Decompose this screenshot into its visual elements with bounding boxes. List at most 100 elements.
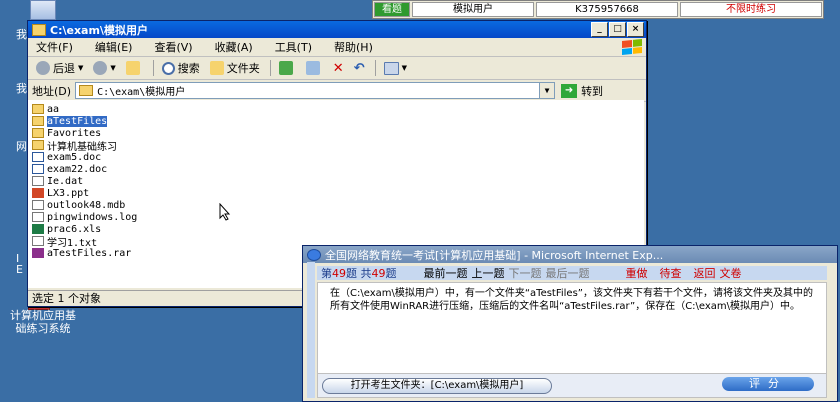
question-text: 在（C:\exam\模拟用户）中，有一个文件夹“aTestFiles”，该文件夹… <box>330 288 813 312</box>
up-button[interactable] <box>122 59 147 77</box>
folders-button[interactable]: 文件夹 <box>206 59 264 77</box>
pending-button[interactable]: 待查 <box>660 265 682 281</box>
score-button[interactable]: 评分 <box>722 377 814 391</box>
minimize-button[interactable]: _ <box>591 22 608 37</box>
explorer-titlebar[interactable]: C:\exam\模拟用户 _ □ × <box>28 21 646 38</box>
folder-icon <box>32 116 44 126</box>
folder-icon <box>209 61 224 75</box>
word-document-icon <box>32 152 44 162</box>
copy-to-button[interactable] <box>302 59 327 77</box>
list-item[interactable]: outlook48.mdb <box>32 199 125 211</box>
exam-window: 全国网络教育统一考试[计算机应用基础] - Microsoft Internet… <box>302 245 838 402</box>
go-arrow-icon: ➜ <box>561 83 578 98</box>
next-question-link[interactable]: 下一题 <box>509 265 542 281</box>
unlimited-practice-label: 不限时练习 <box>680 2 822 17</box>
exam-titlebar[interactable]: 全国网络教育统一考试[计算机应用基础] - Microsoft Internet… <box>303 246 837 263</box>
first-question-link[interactable]: 最前一题 <box>424 265 468 281</box>
folder-icon <box>32 104 44 114</box>
database-icon <box>32 200 44 210</box>
back-button[interactable]: 后退 ▼ <box>32 59 87 77</box>
list-item[interactable]: exam22.doc <box>32 163 107 175</box>
redo-button[interactable]: 重做 <box>626 265 648 281</box>
list-item[interactable]: exam5.doc <box>32 151 101 163</box>
open-student-folder-button[interactable]: 打开考生文件夹：[C:\exam\模拟用户] <box>322 378 552 394</box>
toolbar: 后退 ▼ ▼ 搜索 文件夹 ✕ ↶ ▼ <box>28 57 646 80</box>
go-button[interactable]: ➜ 转到 <box>561 83 603 99</box>
word-document-icon <box>32 164 44 174</box>
delete-icon: ✕ <box>332 60 344 76</box>
view-question-button[interactable]: 看题 <box>374 2 410 17</box>
undo-icon: ↶ <box>353 60 365 76</box>
maximize-button[interactable]: □ <box>609 22 626 37</box>
folder-icon <box>79 85 94 96</box>
menu-tools[interactable]: 工具(T) <box>275 39 312 55</box>
folder-icon <box>32 23 46 36</box>
last-question-link[interactable]: 最后一题 <box>546 265 590 281</box>
list-item[interactable]: pingwindows.log <box>32 211 137 223</box>
ie-icon <box>307 248 321 261</box>
rar-archive-icon <box>32 248 44 258</box>
undo-button[interactable]: ↶ <box>350 59 369 77</box>
forward-button[interactable]: ▼ <box>89 59 119 77</box>
views-button[interactable]: ▼ <box>380 59 411 77</box>
address-dropdown-button[interactable]: ▼ <box>539 83 555 98</box>
exam-id-label: K375957668 <box>536 2 678 17</box>
file-icon <box>32 176 44 186</box>
list-item[interactable]: aTestFiles <box>32 115 108 127</box>
address-bar: 地址(D) C:\exam\模拟用户 ▼ ➜ 转到 <box>28 80 646 102</box>
question-counter: 第49题 共49题 <box>321 267 397 280</box>
toolbar-separator <box>152 60 154 76</box>
address-label: 地址(D) <box>32 84 72 98</box>
desktop-label-fragment: 我 <box>16 82 27 95</box>
exam-system-label[interactable]: 计算机应用基 础练习系统 <box>2 309 84 335</box>
menu-bar: 文件(F) 编辑(E) 查看(V) 收藏(A) 工具(T) 帮助(H) <box>28 38 646 57</box>
list-item[interactable]: aa <box>32 103 59 115</box>
list-item[interactable]: Ie.dat <box>32 175 83 187</box>
computer-desktop-icon[interactable] <box>30 0 56 20</box>
excel-icon <box>32 224 44 234</box>
list-item[interactable]: aTestFiles.rar <box>32 247 131 259</box>
menu-help[interactable]: 帮助(H) <box>334 39 373 55</box>
chevron-down-icon: ▼ <box>401 64 407 72</box>
question-text-area: 在（C:\exam\模拟用户）中，有一个文件夹“aTestFiles”，该文件夹… <box>317 282 827 374</box>
menu-view[interactable]: 查看(V) <box>154 39 192 55</box>
text-file-icon <box>32 212 44 222</box>
address-input[interactable]: C:\exam\模拟用户 ▼ <box>75 82 556 99</box>
copy-to-icon <box>305 61 320 75</box>
prev-question-link[interactable]: 上一题 <box>472 265 505 281</box>
user-mode-label: 模拟用户 <box>412 2 534 17</box>
powerpoint-icon <box>32 188 44 198</box>
back-button[interactable]: 返回 <box>694 265 716 281</box>
menu-favorites[interactable]: 收藏(A) <box>215 39 253 55</box>
exam-footer: 打开考生文件夹：[C:\exam\模拟用户] 评分 <box>317 374 827 398</box>
views-icon <box>383 61 399 75</box>
exam-left-bar <box>307 262 315 398</box>
delete-button[interactable]: ✕ <box>329 59 348 77</box>
move-to-button[interactable] <box>275 59 300 77</box>
address-value: C:\exam\模拟用户 <box>97 87 186 98</box>
menu-edit[interactable]: 编辑(E) <box>95 39 133 55</box>
desktop-label-fragment: E <box>16 263 23 276</box>
search-button[interactable]: 搜索 <box>158 59 204 77</box>
toolbar-separator <box>374 60 376 76</box>
exam-navigation: 第49题 共49题 最前一题 上一题 下一题 最后一题 重做 待查 返回 文卷 <box>317 266 827 280</box>
explorer-title: C:\exam\模拟用户 <box>50 23 148 37</box>
exam-title: 全国网络教育统一考试[计算机应用基础] - Microsoft Internet… <box>325 248 664 262</box>
doc-button[interactable]: 文卷 <box>720 265 742 281</box>
search-icon <box>161 61 175 75</box>
move-to-icon <box>278 61 293 75</box>
desktop-label-fragment: 我 <box>16 28 27 41</box>
close-button[interactable]: × <box>627 22 644 37</box>
list-item[interactable]: 学习1.txt <box>32 235 97 249</box>
chevron-down-icon: ▼ <box>78 64 84 72</box>
menu-file[interactable]: 文件(F) <box>36 39 73 55</box>
folder-icon <box>32 140 44 150</box>
exam-status-bar: 看题 模拟用户 K375957668 不限时练习 <box>372 0 824 19</box>
chevron-down-icon: ▼ <box>110 64 116 72</box>
list-item[interactable]: LX3.ppt <box>32 187 89 199</box>
folder-icon <box>32 128 44 138</box>
text-file-icon <box>32 236 44 246</box>
back-arrow-icon <box>36 61 50 75</box>
mouse-cursor-icon <box>219 203 231 221</box>
list-item[interactable]: 计算机基础练习 <box>32 139 117 153</box>
